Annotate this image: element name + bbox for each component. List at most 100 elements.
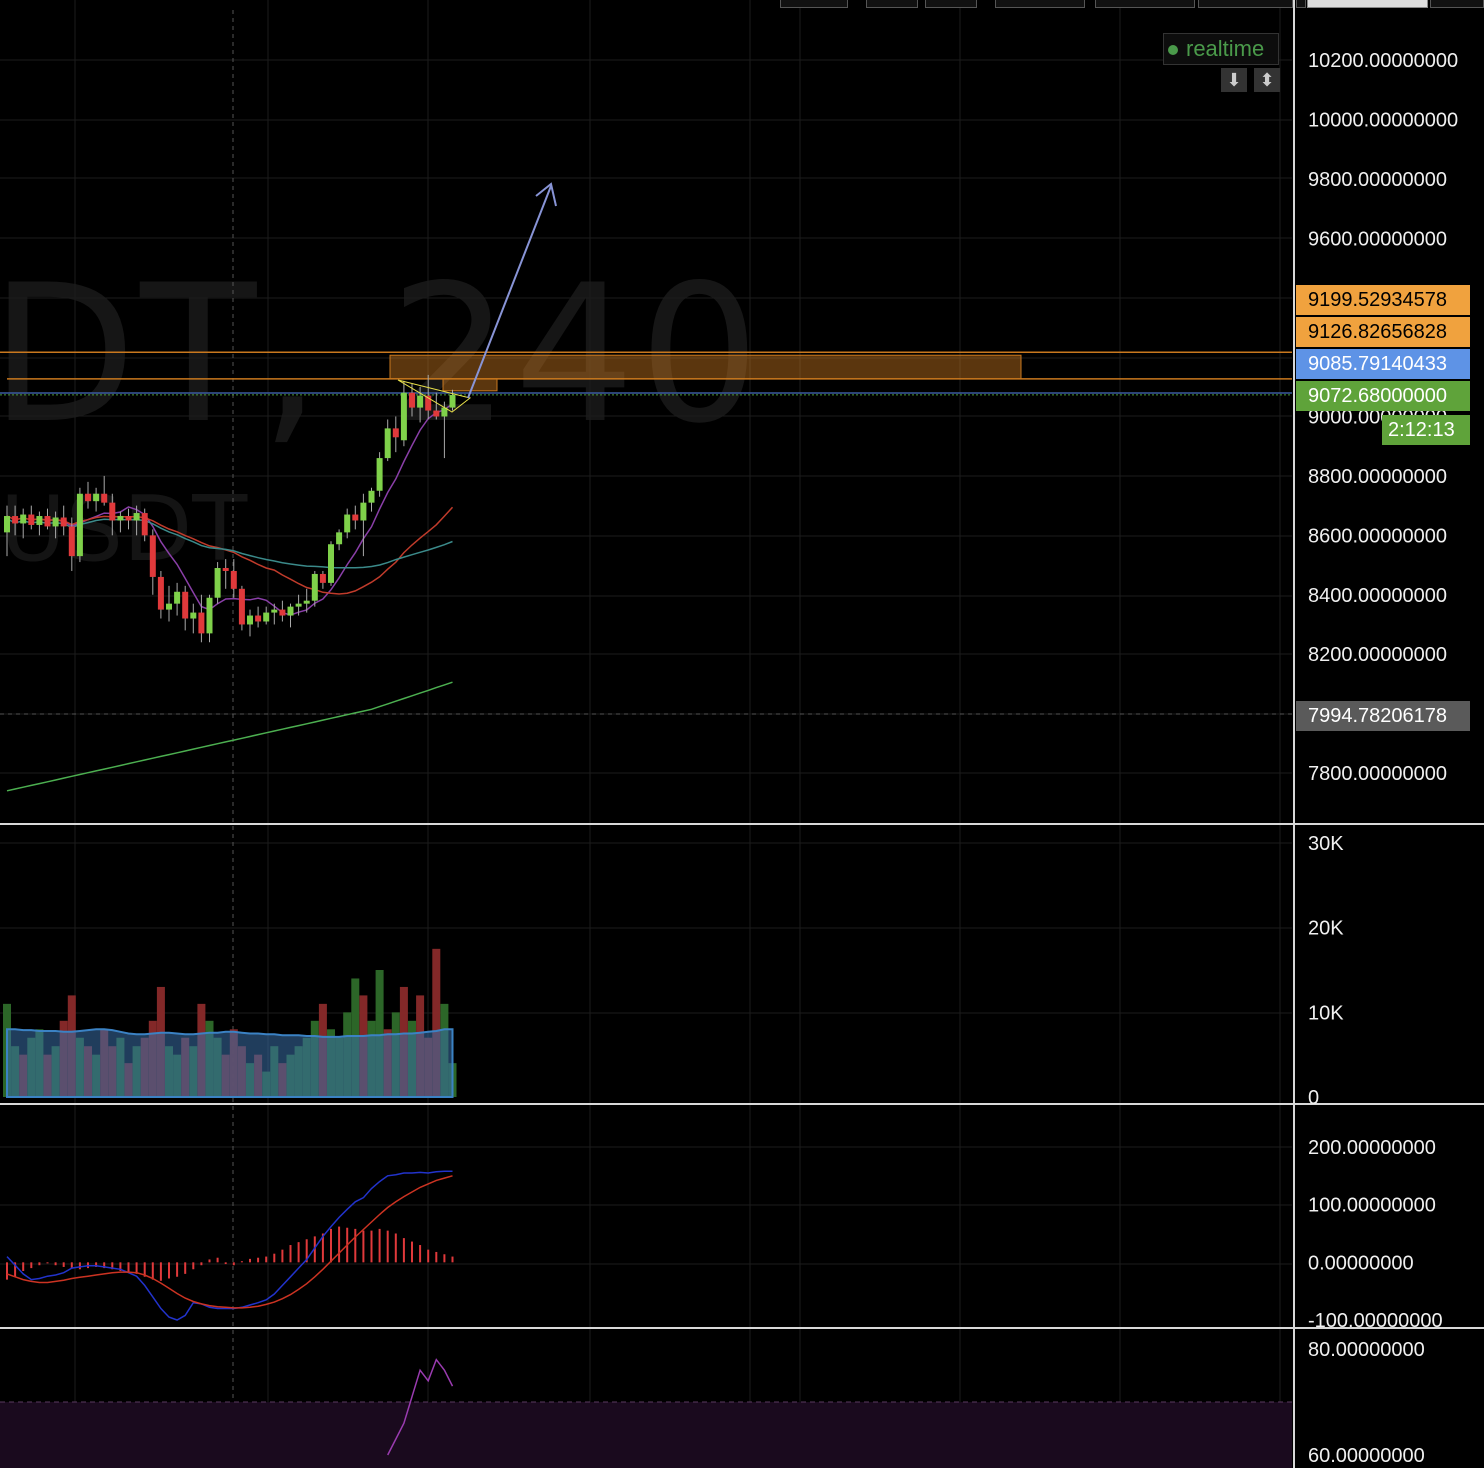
candle-body[interactable]: [174, 591, 181, 604]
macd-histogram-bar: [265, 1256, 268, 1263]
macd-histogram-bar: [240, 1261, 243, 1263]
trading-chart[interactable]: DT, 240 USDT 7800.00000000 8200.00000000 8…: [0, 0, 1484, 1468]
candle-body[interactable]: [247, 615, 253, 625]
candle-body[interactable]: [141, 513, 148, 536]
rsi-pane[interactable]: [0, 1358, 1292, 1468]
toolbar-tab[interactable]: [1296, 0, 1306, 8]
candle-body[interactable]: [28, 514, 35, 525]
candle-body[interactable]: [263, 612, 270, 622]
candle-body[interactable]: [190, 612, 197, 619]
candle-body[interactable]: [417, 395, 424, 408]
candle-body[interactable]: [352, 514, 359, 521]
toolbar-tab[interactable]: [1095, 0, 1195, 8]
candle-body[interactable]: [230, 570, 237, 589]
candle-body[interactable]: [400, 392, 407, 441]
candle-body[interactable]: [344, 514, 351, 533]
toolbar-tab[interactable]: [1307, 0, 1428, 8]
candle-body[interactable]: [449, 394, 456, 408]
toolbar-tab[interactable]: [925, 0, 977, 8]
realtime-indicator[interactable]: realtime: [1163, 33, 1279, 65]
candle-body[interactable]: [303, 600, 310, 604]
candle-body[interactable]: [287, 606, 294, 616]
candle-body[interactable]: [125, 516, 132, 521]
axis-tick-label: 100.00000000: [1308, 1195, 1436, 1217]
candle-body[interactable]: [392, 428, 399, 438]
candle-body[interactable]: [166, 603, 172, 610]
candle-body[interactable]: [336, 532, 343, 545]
axis-tick-label: 8200.00000000: [1308, 644, 1447, 666]
candle-body[interactable]: [384, 428, 391, 459]
candle-body[interactable]: [76, 493, 83, 557]
candle-body[interactable]: [255, 615, 262, 622]
candle-body[interactable]: [328, 544, 334, 583]
candle-body[interactable]: [101, 493, 108, 503]
candle-body[interactable]: [36, 516, 43, 525]
candle-body[interactable]: [271, 609, 278, 613]
macd-histogram-bar: [435, 1251, 438, 1263]
candle-body[interactable]: [60, 517, 67, 527]
candle-body[interactable]: [20, 514, 27, 524]
candle-body[interactable]: [368, 490, 375, 503]
volume-pane[interactable]: [3, 948, 457, 1098]
scroll-down-icon[interactable]: ⬇: [1221, 68, 1247, 92]
macd-pane[interactable]: [6, 1170, 454, 1321]
candle-body[interactable]: [222, 568, 229, 571]
toolbar-tab[interactable]: [866, 0, 918, 8]
toolbar-tab[interactable]: [1430, 0, 1484, 8]
candle-body[interactable]: [376, 458, 383, 491]
candle-body[interactable]: [198, 612, 205, 634]
candle-body[interactable]: [52, 517, 59, 527]
candle-body[interactable]: [311, 573, 318, 601]
candle-body[interactable]: [238, 588, 245, 625]
macd-histogram-bar: [22, 1262, 25, 1271]
volume-ma-area: [6, 1028, 454, 1098]
candle-body[interactable]: [157, 576, 164, 610]
candle-body[interactable]: [319, 573, 326, 583]
candle-body[interactable]: [360, 502, 367, 521]
macd-histogram-bar: [70, 1262, 73, 1269]
macd-histogram-bar: [419, 1245, 422, 1263]
candle-body[interactable]: [433, 410, 440, 417]
grid-lines: [0, 0, 1484, 1468]
candle-body[interactable]: [295, 603, 302, 607]
candle-body[interactable]: [214, 568, 221, 598]
candle-body[interactable]: [149, 535, 156, 577]
macd-histogram-bar: [249, 1258, 251, 1263]
candle-body[interactable]: [85, 493, 91, 502]
macd-histogram-bar: [192, 1262, 195, 1270]
toolbar-tab[interactable]: [780, 0, 848, 8]
candle-body[interactable]: [93, 493, 100, 502]
macd-histogram-bar: [30, 1262, 33, 1269]
candle-body[interactable]: [117, 516, 124, 521]
candle-body[interactable]: [4, 516, 10, 533]
candle-body[interactable]: [182, 591, 189, 619]
axis-tick-label: 30K: [1308, 833, 1344, 855]
candle-body[interactable]: [409, 392, 415, 408]
macd-histogram-bar: [200, 1262, 203, 1266]
candle-body[interactable]: [109, 502, 116, 521]
candle-body[interactable]: [133, 513, 140, 521]
axis-tick-label: 10K: [1308, 1002, 1344, 1024]
price-axis[interactable]: 7800.00000000 8200.00000000 8400.00000000 8…: [1308, 50, 1458, 1467]
macd-histogram-bar: [362, 1230, 365, 1263]
candle-body[interactable]: [279, 609, 286, 616]
candle-body[interactable]: [68, 526, 75, 557]
toolbar-tab[interactable]: [995, 0, 1085, 8]
current-price-tag: 9072.68000000: [1296, 381, 1470, 411]
price-tag: 9126.82656828: [1296, 317, 1470, 347]
candle-body[interactable]: [44, 516, 51, 527]
macd-histogram-bar: [151, 1262, 154, 1280]
candle-body[interactable]: [206, 597, 213, 634]
macd-histogram-bar: [289, 1245, 292, 1263]
supply-zone-small[interactable]: [442, 378, 498, 392]
axis-tick-label: 0: [1308, 1087, 1319, 1109]
macd-histogram-bar: [184, 1262, 187, 1274]
supply-zone[interactable]: [389, 354, 1022, 380]
chart-canvas[interactable]: DT, 240 USDT 7800.00000000 8200.00000000 8…: [0, 0, 1484, 1468]
candle-body[interactable]: [12, 516, 19, 524]
macd-histogram-bar: [451, 1256, 454, 1263]
auto-scale-icon[interactable]: ⬍: [1254, 68, 1280, 92]
toolbar-tab[interactable]: [1198, 0, 1293, 8]
macd-histogram-bar: [78, 1262, 81, 1270]
macd-histogram-bar: [378, 1228, 381, 1263]
